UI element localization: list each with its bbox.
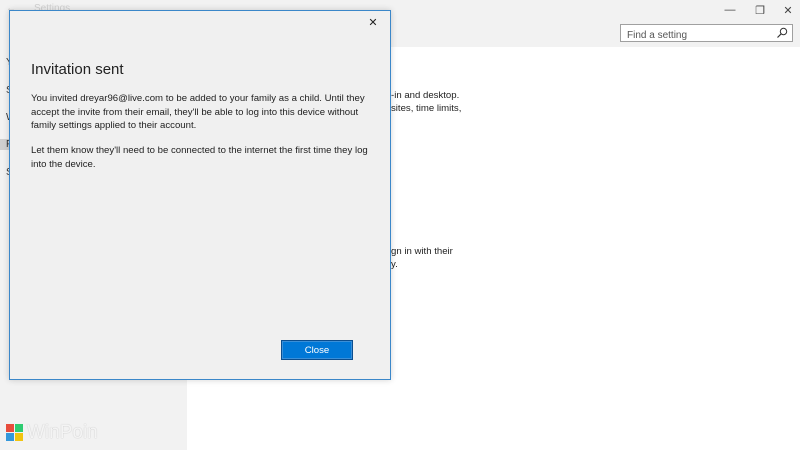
close-button[interactable]: Close <box>281 340 353 360</box>
maximize-button[interactable]: ❐ <box>745 0 775 20</box>
background-text: y. <box>391 259 398 270</box>
winpoin-logo-icon <box>6 424 24 442</box>
message-line: accept the invite from their email, they… <box>31 106 359 118</box>
window-close-button[interactable]: ✕ <box>773 0 800 20</box>
search-input[interactable] <box>621 27 777 44</box>
watermark-text: WinPoin <box>27 422 98 443</box>
dialog-note: Let them know they'll need to be connect… <box>31 144 371 171</box>
message-line: family settings applied to their account… <box>31 120 197 131</box>
background-text: -in and desktop. <box>391 90 460 101</box>
dialog-close-icon[interactable]: ✕ <box>364 14 382 30</box>
dialog-title: Invitation sent <box>31 61 124 78</box>
note-line: into the device. <box>31 158 96 170</box>
background-text: sites, time limits, <box>391 103 462 114</box>
message-line: You invited dreyar96@live.com to be adde… <box>31 93 365 104</box>
background-text: gn in with their <box>391 246 453 257</box>
invitation-dialog: ✕ Invitation sent You invited dreyar96@l… <box>9 10 391 380</box>
search-icon[interactable] <box>775 26 789 40</box>
dialog-message: You invited dreyar96@live.com to be adde… <box>31 92 371 133</box>
watermark: WinPoin <box>6 422 98 444</box>
minimize-button[interactable]: — <box>715 0 745 20</box>
find-setting-search[interactable] <box>620 24 793 44</box>
note-line: Let them know they'll need to be connect… <box>31 145 368 156</box>
